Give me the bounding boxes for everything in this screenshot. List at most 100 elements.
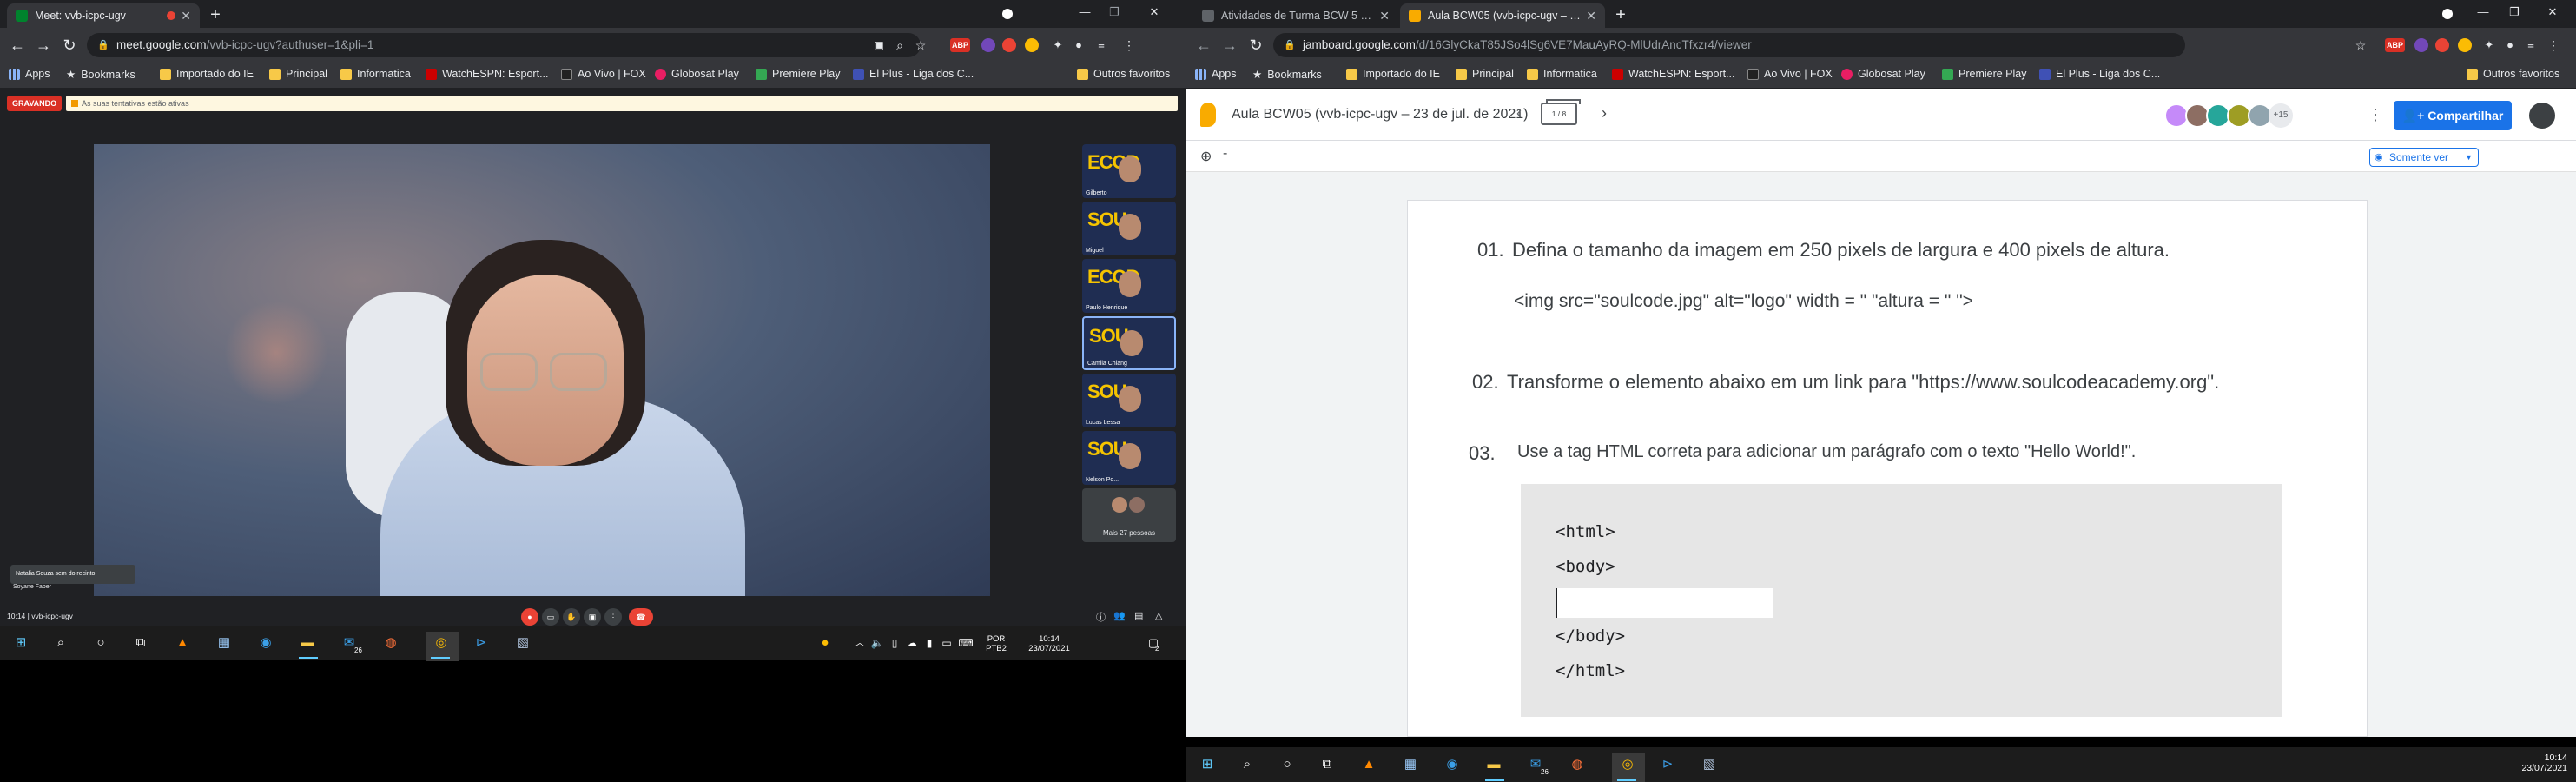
adblock-plus-icon[interactable]: ABP xyxy=(950,38,971,52)
extension-red-icon[interactable] xyxy=(1002,38,1016,52)
frame-counter[interactable]: 1 / 8 xyxy=(1541,99,1581,125)
bookmark-star-icon[interactable]: ☆ xyxy=(910,35,931,56)
bookmark-fox[interactable]: Ao Vivo | FOX xyxy=(561,68,646,80)
chrome-menu-icon[interactable]: ⋮ xyxy=(1119,35,1139,56)
bookmark-globosat[interactable]: Globosat Play xyxy=(655,68,739,80)
windows-start-icon[interactable]: ⊞ xyxy=(12,634,30,652)
bookmark-other[interactable]: Outros favoritos xyxy=(1077,68,1170,80)
firefox-icon[interactable]: ◍ xyxy=(382,634,400,652)
bookmark-apps[interactable]: Apps xyxy=(9,68,50,80)
onedrive-icon[interactable]: ☁ xyxy=(903,634,921,652)
tab-atividades[interactable]: Atividades de Turma BCW 5 - So... ✕ xyxy=(1193,3,1398,28)
camera-button[interactable]: ▭ xyxy=(542,608,559,626)
present-button[interactable]: ▣ xyxy=(584,608,601,626)
next-frame-button[interactable]: › xyxy=(1602,104,1607,123)
bookmark-elplus[interactable]: El Plus - Liga dos C... xyxy=(853,68,974,80)
reload-button[interactable]: ↻ xyxy=(1245,35,1266,56)
close-tab-icon[interactable]: ✕ xyxy=(181,9,191,23)
windows-start-icon[interactable]: ⊞ xyxy=(1199,756,1216,773)
profile-icon[interactable]: ● xyxy=(2500,35,2520,56)
vlc-icon[interactable]: ▲ xyxy=(174,634,191,652)
tab-jamboard[interactable]: Aula BCW05 (vvb-icpc-ugv – 23 d... ✕ xyxy=(1400,3,1605,28)
bookmark-premiere[interactable]: Premiere Play xyxy=(1942,68,2027,80)
participant-tile[interactable]: ECOD Gilberto xyxy=(1082,144,1176,198)
url-field[interactable]: 🔒 meet.google.com/vvb-icpc-ugv?authuser=… xyxy=(87,33,921,57)
bookmark-watchespn[interactable]: WatchESPN: Esport... xyxy=(426,68,549,80)
tab-meet[interactable]: Meet: vvb-icpc-ugv ✕ xyxy=(7,3,200,28)
cortana-icon[interactable]: ○ xyxy=(1278,756,1296,773)
bookmark-principal[interactable]: Principal xyxy=(1456,68,1514,80)
participant-tile-active-speaker[interactable]: SOU Camila Chiang xyxy=(1082,316,1176,370)
extension-purple-icon[interactable] xyxy=(981,38,995,52)
jam-title[interactable]: Aula BCW05 (vvb-icpc-ugv – 23 de jul. de… xyxy=(1232,107,1529,123)
new-tab-button[interactable]: + xyxy=(1610,5,1631,25)
app-icon[interactable]: ▧ xyxy=(1701,756,1718,773)
app-icon[interactable]: ▧ xyxy=(514,634,532,652)
bookmark-premiere[interactable]: Premiere Play xyxy=(756,68,841,80)
extension-red-icon[interactable] xyxy=(2435,38,2449,52)
app-icon[interactable]: ▦ xyxy=(1402,756,1419,773)
keyboard-icon[interactable]: ⌨ xyxy=(957,634,974,652)
minimize-button[interactable]: — xyxy=(1073,5,1096,18)
clock[interactable]: 10:14 23/07/2021 xyxy=(1023,634,1075,653)
close-tab-icon[interactable]: ✕ xyxy=(1379,9,1390,23)
search-icon[interactable]: ⌕ xyxy=(52,634,69,652)
file-explorer-icon[interactable]: ▬ xyxy=(1485,756,1503,773)
bookmark-globosat[interactable]: Globosat Play xyxy=(1841,68,1925,80)
account-avatar[interactable] xyxy=(2529,103,2555,129)
task-view-icon[interactable]: ⧉ xyxy=(132,634,149,652)
chat-icon[interactable]: ▤ xyxy=(1134,610,1143,621)
people-icon[interactable]: 👥 xyxy=(1113,610,1126,621)
more-collaborators[interactable]: +15 xyxy=(2269,103,2293,128)
back-button[interactable]: ← xyxy=(1193,35,1214,56)
chrome-menu-icon[interactable]: ⋮ xyxy=(2543,35,2564,56)
info-icon[interactable]: ⓘ xyxy=(1096,610,1106,624)
bookmark-bookmarks[interactable]: ★ Bookmarks xyxy=(1252,68,1322,82)
end-call-button[interactable]: ☎ xyxy=(629,608,653,626)
bookmark-watchespn[interactable]: WatchESPN: Esport... xyxy=(1612,68,1735,80)
answer-blank[interactable] xyxy=(1556,588,1773,618)
extensions-puzzle-icon[interactable]: ✦ xyxy=(2479,35,2500,56)
bookmark-star-icon[interactable]: ☆ xyxy=(2350,35,2371,56)
extension-yellow-icon[interactable] xyxy=(2458,38,2472,52)
bookmark-other[interactable]: Outros favoritos xyxy=(2467,68,2559,80)
forward-button[interactable]: → xyxy=(33,35,54,56)
tray-overflow-icon[interactable]: ︿ xyxy=(851,634,869,652)
edge-icon[interactable]: ◉ xyxy=(1443,756,1461,773)
task-view-icon[interactable]: ⧉ xyxy=(1318,756,1336,773)
restore-button[interactable]: ❐ xyxy=(2503,5,2526,19)
adblock-plus-icon[interactable]: ABP xyxy=(2385,38,2406,52)
bookmark-bookmarks[interactable]: ★ Bookmarks xyxy=(66,68,135,82)
search-icon[interactable]: ⌕ xyxy=(889,35,910,56)
bookmark-principal[interactable]: Principal xyxy=(269,68,327,80)
url-field[interactable]: 🔒 jamboard.google.com/d/16GlyCkaT85JSo4l… xyxy=(1273,33,2185,57)
mic-tray-icon[interactable]: ▮ xyxy=(921,634,938,652)
forward-button[interactable]: → xyxy=(1219,35,1240,56)
close-tab-icon[interactable]: ✕ xyxy=(1586,9,1596,23)
bookmark-fox[interactable]: Ao Vivo | FOX xyxy=(1747,68,1833,80)
raise-hand-button[interactable]: ✋ xyxy=(563,608,580,626)
more-participants-tile[interactable]: Mais 27 pessoas xyxy=(1082,488,1176,542)
media-control-icon[interactable]: ≡ xyxy=(1091,35,1112,56)
weather-icon[interactable]: ● xyxy=(816,634,834,652)
extensions-puzzle-icon[interactable]: ✦ xyxy=(1047,35,1068,56)
bookmark-elplus[interactable]: El Plus - Liga dos C... xyxy=(2039,68,2160,80)
firefox-icon[interactable]: ◍ xyxy=(1569,756,1586,773)
media-control-icon[interactable]: ≡ xyxy=(2520,35,2541,56)
close-window-button[interactable]: ✕ xyxy=(1143,5,1166,19)
bookmark-importado[interactable]: Importado do IE xyxy=(160,68,254,80)
search-icon[interactable]: ⌕ xyxy=(1238,756,1256,773)
bookmark-informatica[interactable]: Informatica xyxy=(340,68,411,80)
activities-icon[interactable]: △ xyxy=(1155,610,1162,621)
close-window-button[interactable]: ✕ xyxy=(2541,5,2564,19)
camera-blocked-icon[interactable]: ▣ xyxy=(869,35,889,56)
participant-tile[interactable]: SOU Nelson Po... xyxy=(1082,431,1176,485)
cortana-icon[interactable]: ○ xyxy=(92,634,109,652)
notifications-icon[interactable]: ▢ xyxy=(1145,634,1162,652)
volume-icon[interactable]: 🔈 xyxy=(869,634,886,652)
network-icon[interactable]: ▭ xyxy=(938,634,955,652)
app-icon[interactable]: ▦ xyxy=(215,634,233,652)
prev-frame-button[interactable]: ‹ xyxy=(1516,104,1522,123)
extension-yellow-icon[interactable] xyxy=(1025,38,1039,52)
bookmark-apps[interactable]: Apps xyxy=(1195,68,1237,80)
